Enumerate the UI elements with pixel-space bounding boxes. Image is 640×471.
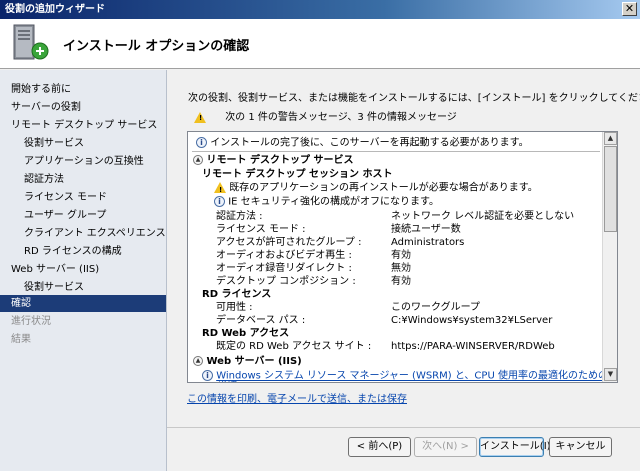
reinstall-warning-text: 既存のアプリケーションの再インストールが必要な場合があります。 [229,182,538,194]
iis-section-header[interactable]: ▲ Web サーバー (IIS) [193,356,302,368]
step-server-roles[interactable]: サーバーの役割 [0,99,166,116]
reinstall-warning-row: ! 既存のアプリケーションの再インストールが必要な場合があります。 [214,182,538,194]
setting-row: アクセスが許可されたグループ : Administrators [216,237,596,249]
collapse-icon[interactable]: ▲ [193,155,203,165]
rds-section-header[interactable]: ▲ リモート デスクトップ サービス [193,155,353,167]
step-before-you-begin[interactable]: 開始する前に [0,81,166,98]
setting-label: アクセスが許可されたグループ : [216,237,362,248]
info-icon: i [202,370,213,381]
setting-label: オーディオ録音リダイレクト : [216,263,352,274]
next-button: 次へ(N) > [414,437,477,457]
step-client-experience[interactable]: クライアント エクスペリエンス [0,225,166,242]
server-add-icon [13,24,49,60]
setting-row: 可用性 : このワークグループ [216,302,596,314]
setting-label: データベース パス : [216,315,306,326]
setting-label: デスクトップ コンポジション : [216,276,356,287]
step-iis-role-services[interactable]: 役割サービス [0,279,166,296]
setting-row: オーディオおよびビデオ再生 : 有効 [216,250,596,262]
step-remote-desktop-services[interactable]: リモート デスクトップ サービス [0,117,166,134]
step-results: 結果 [11,334,31,345]
step-progress: 進行状況 [11,316,51,327]
setting-value: 有効 [391,276,411,287]
setting-value: 有効 [391,250,411,261]
page-title: インストール オプションの確認 [63,39,250,54]
footer-divider [167,427,640,428]
scroll-up-button[interactable]: ▲ [604,132,617,145]
close-button[interactable]: ✕ [622,2,637,16]
install-button[interactable]: インストール(I) [479,437,551,457]
step-rd-licensing-config[interactable]: RD ライセンスの構成 [0,243,166,260]
info-icon: i [196,137,207,148]
restart-info-row: i インストールの完了後に、このサーバーを再起動する必要があります。 [196,137,529,149]
wsrm-link-line2[interactable]: 詳細 [217,381,237,382]
rds-section-title: リモート デスクトップ サービス [206,155,354,166]
step-rds-role-services[interactable]: 役割サービス [0,135,166,152]
iis-section-title: Web サーバー (IIS) [206,356,302,367]
setting-value: C:¥Windows¥system32¥LServer [391,315,553,326]
setting-row: オーディオ録音リダイレクト : 無効 [216,263,596,275]
scroll-down-button[interactable]: ▼ [604,368,617,381]
window-title: 役割の追加ウィザード [5,4,105,15]
step-user-groups[interactable]: ユーザー グループ [0,207,166,224]
wsrm-link[interactable]: Windows システム リソース マネージャー (WSRM) と、CPU 使用… [216,371,617,382]
restart-info-text: インストールの完了後に、このサーバーを再起動する必要があります。 [210,137,529,149]
wizard-steps-sidebar: 開始する前に サーバーの役割 リモート デスクトップ サービス 役割サービス ア… [0,70,167,471]
warning-icon: ! [194,111,206,123]
setting-label: 既定の RD Web アクセス サイト : [216,341,372,352]
scroll-thumb[interactable] [604,146,617,232]
setting-row: 既定の RD Web アクセス サイト : https://PARA-WINSE… [216,341,596,353]
setting-label: ライセンス モード : [216,224,306,235]
setting-value: https://PARA-WINSERVER/RDWeb [391,341,555,352]
warning-icon: ! [214,182,226,194]
ie-info-row: i IE セキュリティ強化の構成がオフになります。 [214,196,439,208]
wsrm-info-row: i Windows システム リソース マネージャー (WSRM) と、CPU … [202,370,617,382]
step-authentication-method[interactable]: 認証方法 [0,171,166,188]
message-summary: ! 次の 1 件の警告メッセージ、3 件の情報メッセージ [194,108,457,123]
rd-web-heading: RD Web アクセス [202,328,290,339]
wsrm-link-continued[interactable]: 詳細 [217,381,237,382]
step-confirmation[interactable]: 確認 [0,295,166,312]
step-licensing-mode[interactable]: ライセンス モード [0,189,166,206]
ie-info-text: IE セキュリティ強化の構成がオフになります。 [228,196,440,208]
info-icon: i [214,196,225,207]
wizard-window: 役割の追加ウィザード ✕ インストール オプションの確認 開始する前に サーバー… [0,0,640,471]
step-app-compatibility[interactable]: アプリケーションの互換性 [0,153,166,170]
setting-value: このワークグループ [391,302,480,313]
confirmation-details[interactable]: i インストールの完了後に、このサーバーを再起動する必要があります。 ▲ リモー… [187,131,618,383]
setting-label: 可用性 : [216,302,253,313]
message-summary-text: 次の 1 件の警告メッセージ、3 件の情報メッセージ [225,112,457,123]
divider [192,151,600,152]
wizard-header: インストール オプションの確認 [0,19,640,69]
rd-licensing-heading: RD ライセンス [202,289,272,300]
step-web-server-iis[interactable]: Web サーバー (IIS) [0,261,166,278]
setting-value: 接続ユーザー数 [391,224,461,235]
title-bar: 役割の追加ウィザード ✕ [0,0,640,19]
intro-text: 次の役割、役割サービス、または機能をインストールするには、[インストール] をク… [188,93,640,104]
collapse-icon[interactable]: ▲ [193,356,203,366]
setting-row: ライセンス モード : 接続ユーザー数 [216,224,596,236]
setting-value: ネットワーク レベル認証を必要としない [391,211,575,222]
vertical-scrollbar[interactable]: ▲ ▼ [602,132,617,382]
setting-value: 無効 [391,263,411,274]
setting-label: オーディオおよびビデオ再生 : [216,250,352,261]
setting-value: Administrators [391,237,465,248]
cancel-button[interactable]: キャンセル [549,437,612,457]
session-host-heading: リモート デスクトップ セッション ホスト [202,169,393,180]
setting-row: データベース パス : C:¥Windows¥system32¥LServer [216,315,596,327]
back-button[interactable]: < 前へ(P) [348,437,411,457]
setting-row: デスクトップ コンポジション : 有効 [216,276,596,288]
print-email-save-link[interactable]: この情報を印刷、電子メールで送信、または保存 [187,390,407,405]
setting-row: 認証方法 : ネットワーク レベル認証を必要としない [216,211,596,223]
setting-label: 認証方法 : [216,211,263,222]
